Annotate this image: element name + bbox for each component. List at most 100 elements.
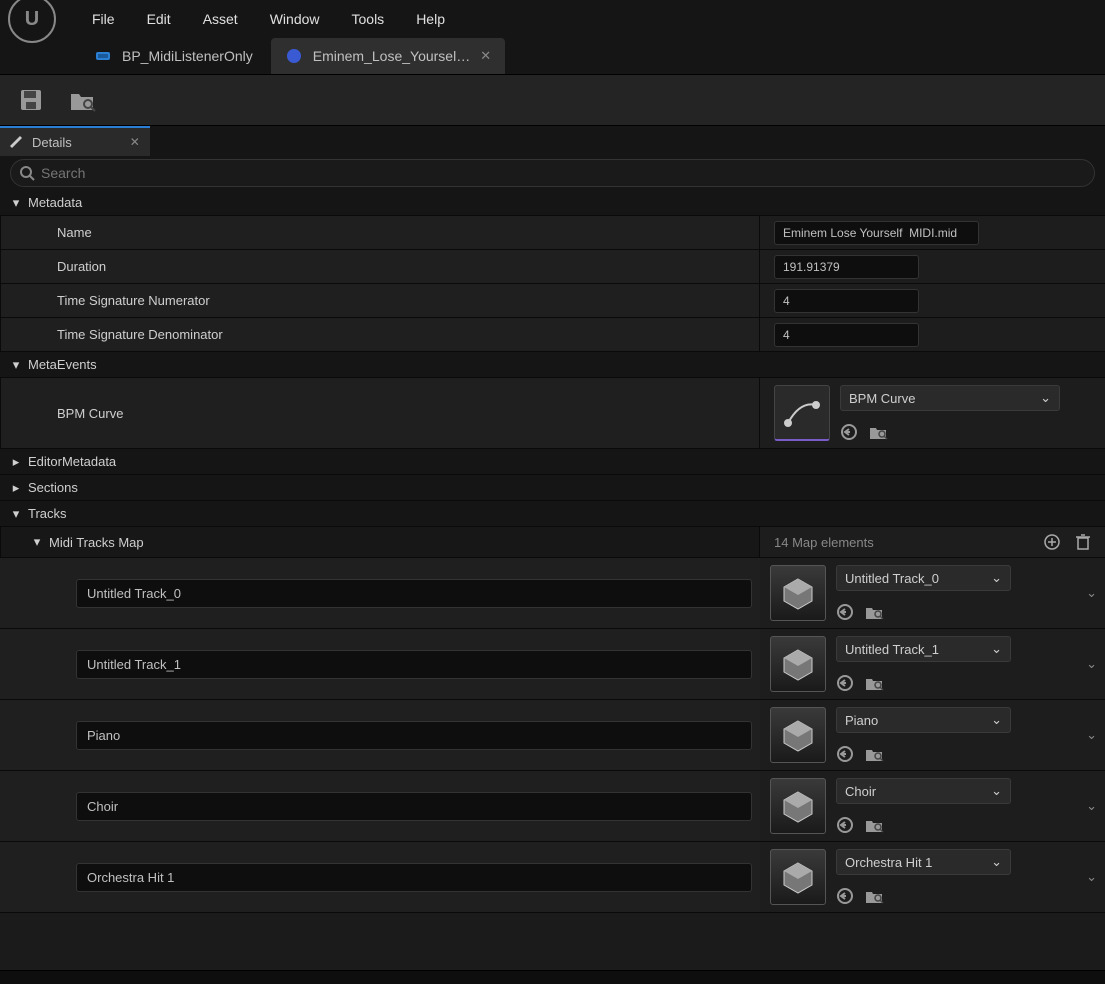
- track-asset-dropdown[interactable]: Untitled Track_1 ⌄: [836, 636, 1011, 662]
- track-asset-dropdown[interactable]: Orchestra Hit 1 ⌄: [836, 849, 1011, 875]
- menu-edit[interactable]: Edit: [131, 11, 187, 27]
- category-title: Metadata: [28, 195, 82, 210]
- use-selected-icon[interactable]: [836, 745, 854, 763]
- chevron-down-icon: ⌄: [991, 854, 1002, 870]
- clear-icon[interactable]: [1075, 533, 1091, 551]
- category-tracks[interactable]: ▾ Tracks: [0, 501, 1105, 527]
- use-selected-icon[interactable]: [840, 423, 858, 441]
- category-editormetadata[interactable]: ▸ EditorMetadata: [0, 449, 1105, 475]
- tab-eminem-midi[interactable]: Eminem_Lose_Yoursel… ✕: [271, 38, 505, 74]
- track-row: Orchestra Hit 1 Orchestra Hit 1 ⌄ ⌄: [0, 842, 1105, 913]
- close-icon[interactable]: ✕: [480, 48, 491, 64]
- chevron-down-icon[interactable]: ⌄: [1086, 869, 1097, 885]
- chevron-down-icon[interactable]: ▾: [31, 534, 43, 550]
- chevron-down-icon: ▾: [10, 506, 22, 522]
- track-key-field[interactable]: Piano: [76, 721, 752, 750]
- track-row: Untitled Track_0 Untitled Track_0 ⌄ ⌄: [0, 558, 1105, 629]
- chevron-down-icon: ⌄: [991, 641, 1002, 657]
- chevron-down-icon[interactable]: ⌄: [1086, 798, 1097, 814]
- map-label: Midi Tracks Map: [49, 535, 144, 550]
- map-count: 14 Map elements: [774, 535, 874, 550]
- use-selected-icon[interactable]: [836, 887, 854, 905]
- track-thumb[interactable]: [770, 707, 826, 763]
- track-thumb[interactable]: [770, 849, 826, 905]
- prop-label: Duration: [0, 250, 760, 283]
- save-button[interactable]: [18, 87, 44, 113]
- close-icon[interactable]: ✕: [130, 135, 140, 149]
- use-selected-icon[interactable]: [836, 674, 854, 692]
- name-field[interactable]: [774, 221, 979, 245]
- browse-to-icon[interactable]: [864, 745, 884, 763]
- track-key-field[interactable]: Untitled Track_0: [76, 579, 752, 608]
- track-key-field[interactable]: Choir: [76, 792, 752, 821]
- track-row: Piano Piano ⌄ ⌄: [0, 700, 1105, 771]
- menubar: U File Edit Asset Window Tools Help: [0, 0, 1105, 38]
- category-title: EditorMetadata: [28, 454, 116, 469]
- chevron-right-icon: ▸: [10, 480, 22, 496]
- prop-label: Name: [0, 216, 760, 249]
- track-thumb[interactable]: [770, 636, 826, 692]
- search-icon: [19, 165, 35, 181]
- bpm-curve-dropdown[interactable]: BPM Curve ⌄: [840, 385, 1060, 411]
- dropdown-label: Untitled Track_1: [845, 642, 939, 657]
- prop-label: BPM Curve: [0, 378, 760, 448]
- bpm-curve-thumb[interactable]: [774, 385, 830, 441]
- prop-duration: Duration: [0, 250, 1105, 284]
- tsd-field[interactable]: [774, 323, 919, 347]
- track-key-field[interactable]: Untitled Track_1: [76, 650, 752, 679]
- chevron-down-icon: ⌄: [991, 783, 1002, 799]
- chevron-down-icon: ⌄: [991, 570, 1002, 586]
- browse-button[interactable]: [68, 87, 96, 113]
- chevron-down-icon[interactable]: ⌄: [1086, 727, 1097, 743]
- track-asset-dropdown[interactable]: Piano ⌄: [836, 707, 1011, 733]
- browse-to-icon[interactable]: [864, 674, 884, 692]
- dropdown-label: BPM Curve: [849, 391, 915, 406]
- category-metaevents[interactable]: ▾ MetaEvents: [0, 352, 1105, 378]
- browse-to-icon[interactable]: [864, 603, 884, 621]
- add-element-icon[interactable]: [1043, 533, 1061, 551]
- tab-bp-midilistener[interactable]: BP_MidiListenerOnly: [80, 38, 267, 74]
- track-asset-dropdown[interactable]: Choir ⌄: [836, 778, 1011, 804]
- chevron-down-icon[interactable]: ⌄: [1086, 585, 1097, 601]
- chevron-down-icon: ⌄: [1040, 390, 1051, 406]
- prop-tsd: Time Signature Denominator: [0, 318, 1105, 352]
- tab-details[interactable]: Details ✕: [0, 126, 150, 156]
- menu-window[interactable]: Window: [254, 11, 336, 27]
- category-title: Tracks: [28, 506, 67, 521]
- browse-to-icon[interactable]: [868, 423, 888, 441]
- search-input[interactable]: [41, 165, 1086, 181]
- chevron-down-icon[interactable]: ⌄: [1086, 656, 1097, 672]
- blueprint-icon: [94, 47, 112, 65]
- search-field-wrap[interactable]: [10, 159, 1095, 187]
- dropdown-label: Untitled Track_0: [845, 571, 939, 586]
- details-body: ▾ Metadata Name Duration Time Signature …: [0, 190, 1105, 970]
- track-thumb[interactable]: [770, 565, 826, 621]
- track-thumb[interactable]: [770, 778, 826, 834]
- chevron-right-icon: ▸: [10, 454, 22, 470]
- browse-to-icon[interactable]: [864, 887, 884, 905]
- tsn-field[interactable]: [774, 289, 919, 313]
- menu-file[interactable]: File: [76, 11, 131, 27]
- use-selected-icon[interactable]: [836, 603, 854, 621]
- chevron-down-icon: ▾: [10, 195, 22, 211]
- track-asset-dropdown[interactable]: Untitled Track_0 ⌄: [836, 565, 1011, 591]
- document-tabstrip: BP_MidiListenerOnly Eminem_Lose_Yoursel……: [0, 38, 1105, 74]
- category-metadata[interactable]: ▾ Metadata: [0, 190, 1105, 216]
- category-title: MetaEvents: [28, 357, 97, 372]
- track-key-field[interactable]: Orchestra Hit 1: [76, 863, 752, 892]
- details-icon: [8, 134, 24, 150]
- dropdown-label: Piano: [845, 713, 878, 728]
- use-selected-icon[interactable]: [836, 816, 854, 834]
- category-sections[interactable]: ▸ Sections: [0, 475, 1105, 501]
- browse-to-icon[interactable]: [864, 816, 884, 834]
- unreal-logo: U: [8, 0, 56, 43]
- menu-tools[interactable]: Tools: [336, 11, 401, 27]
- menu-help[interactable]: Help: [400, 11, 461, 27]
- prop-name: Name: [0, 216, 1105, 250]
- prop-bpmcurve: BPM Curve BPM Curve ⌄: [0, 378, 1105, 449]
- asset-icon: [285, 47, 303, 65]
- duration-field[interactable]: [774, 255, 919, 279]
- dropdown-label: Choir: [845, 784, 876, 799]
- menu-asset[interactable]: Asset: [187, 11, 254, 27]
- panel-tabs: Details ✕: [0, 126, 1105, 156]
